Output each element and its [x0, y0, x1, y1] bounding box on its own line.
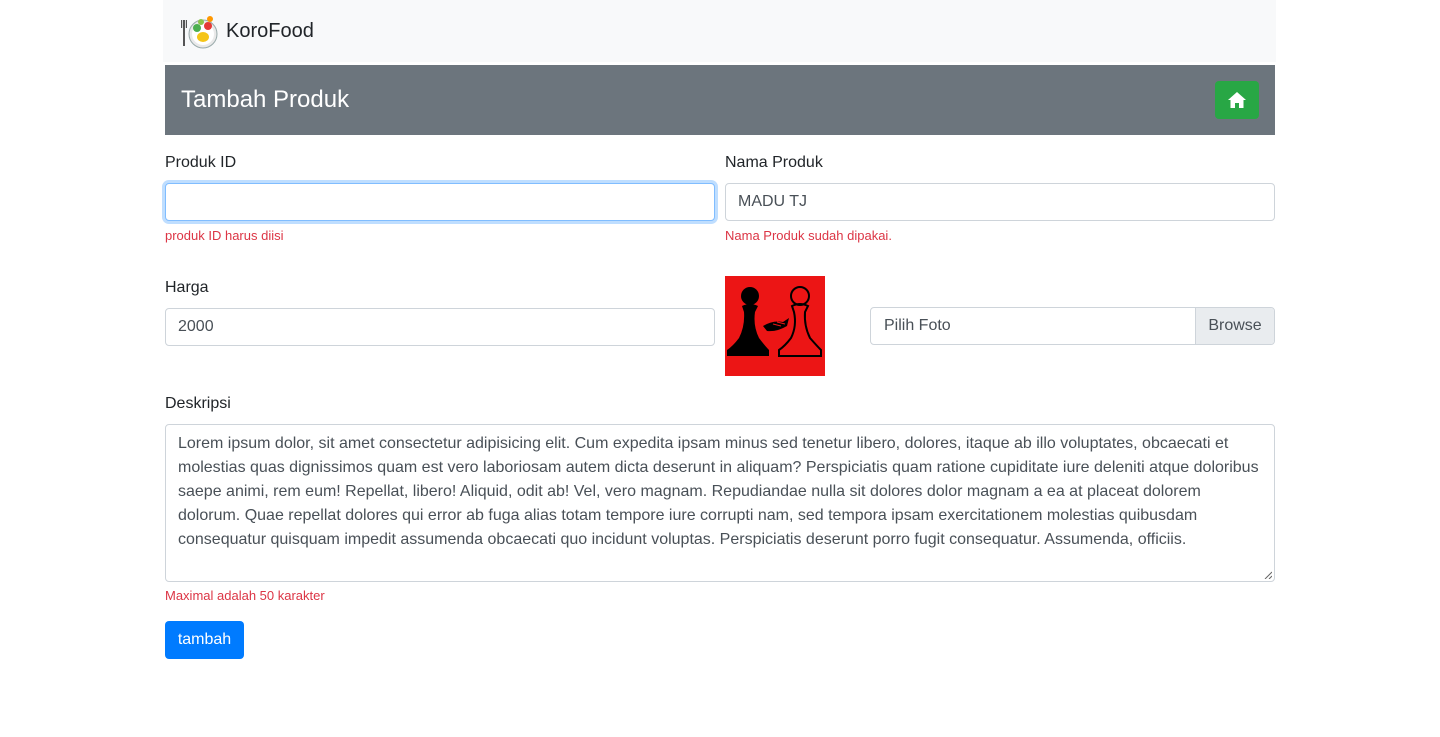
- navbar: KoroFood: [163, 0, 1276, 62]
- deskripsi-text[interactable]: Lorem ipsum dolor, sit amet consectetur …: [178, 435, 1259, 548]
- deskripsi-label: Deskripsi: [165, 395, 231, 412]
- produk-id-input[interactable]: [165, 183, 715, 221]
- nama-produk-label: Nama Produk: [725, 154, 823, 171]
- food-bowl-icon[interactable]: [181, 12, 219, 50]
- deskripsi-textarea[interactable]: Lorem ipsum dolor, sit amet consectetur …: [165, 424, 1275, 582]
- chess-pawns-handshake-image: [727, 286, 822, 357]
- brand-name[interactable]: KoroFood: [226, 20, 314, 43]
- resize-grip-icon[interactable]: [1264, 571, 1272, 579]
- home-button[interactable]: [1215, 81, 1259, 119]
- page-header: Tambah Produk: [165, 65, 1275, 135]
- browse-button[interactable]: Browse: [1195, 308, 1274, 344]
- home-icon: [1228, 92, 1246, 108]
- product-image-preview: [725, 276, 825, 376]
- produk-id-error: produk ID harus diisi: [165, 228, 284, 243]
- deskripsi-error: Maximal adalah 50 karakter: [165, 588, 325, 603]
- photo-file-label[interactable]: Pilih Foto: [871, 308, 1195, 344]
- nama-produk-error: Nama Produk sudah dipakai.: [725, 228, 892, 243]
- tambah-button[interactable]: tambah: [165, 621, 244, 659]
- photo-file-input[interactable]: Pilih Foto Browse: [870, 307, 1275, 345]
- produk-id-label: Produk ID: [165, 154, 237, 171]
- nama-produk-input[interactable]: MADU TJ: [725, 183, 1275, 221]
- harga-label: Harga: [165, 279, 209, 296]
- page-title: Tambah Produk: [181, 86, 350, 113]
- harga-input[interactable]: 2000: [165, 308, 715, 346]
